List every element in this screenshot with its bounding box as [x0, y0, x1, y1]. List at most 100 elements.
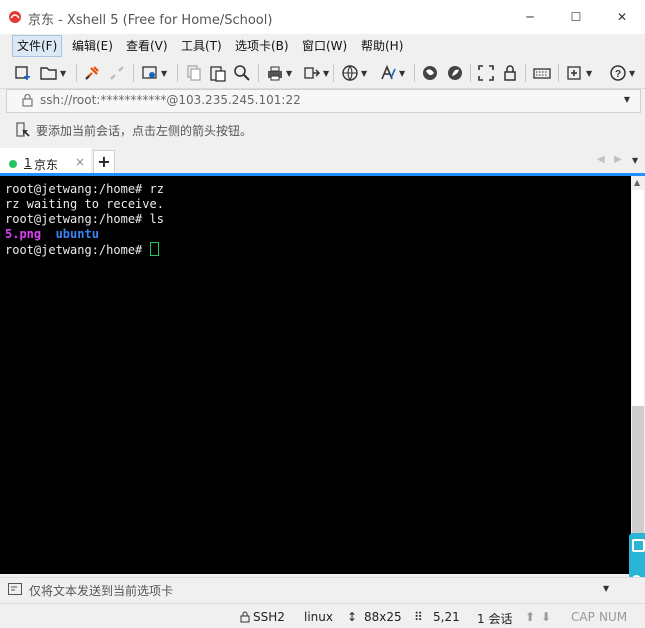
tab-scroll-right-icon[interactable]: ▶ [614, 154, 622, 165]
chevron-down-icon: ▼ [161, 68, 168, 78]
xftp-button[interactable] [421, 63, 439, 83]
add-tab-icon [567, 66, 581, 80]
close-button[interactable]: ✕ [599, 0, 645, 34]
tab-close-icon[interactable]: × [75, 155, 85, 169]
terminal-screen[interactable]: root@jetwang:/home# rz rz waiting to rec… [0, 176, 631, 574]
toolbar: ▼ ▼ ▼ ▼ ▼ ▼ ▼ ? ▼ [0, 58, 645, 89]
dir-entry: ubuntu [55, 227, 99, 241]
scroll-up-icon[interactable]: ▲ [634, 178, 640, 187]
menu-edit[interactable]: 编辑(E) [68, 36, 117, 56]
copy-button[interactable] [185, 63, 203, 83]
transfer-button[interactable]: ▼ [303, 63, 329, 83]
lock-icon [22, 94, 33, 107]
toolbar-divider [333, 64, 334, 82]
maximize-icon: ☐ [570, 10, 582, 24]
terminal-scrollbar[interactable]: ▲ [631, 176, 645, 574]
toolbar-divider [133, 64, 134, 82]
font-button[interactable]: ▼ [379, 63, 405, 83]
command: rz [149, 182, 164, 196]
address-value: ssh://root:***********@103.235.245.101:2… [40, 93, 301, 107]
globe-button[interactable]: ▼ [341, 63, 367, 83]
fullscreen-icon [478, 65, 494, 81]
command: ls [149, 212, 164, 226]
add-session-arrow-icon[interactable] [16, 122, 32, 138]
address-dropdown-icon[interactable]: ▼ [624, 95, 630, 104]
tab-scroll-left-icon[interactable]: ◀ [597, 154, 605, 165]
status-cap: CAP [571, 610, 595, 624]
tab-list-dropdown-icon[interactable]: ▼ [632, 156, 638, 165]
terminal-line: root@jetwang:/home# [5, 242, 159, 258]
menu-tabs[interactable]: 选项卡(B) [231, 36, 293, 56]
find-icon [234, 65, 250, 81]
terminal-line: 5.png ubuntu [5, 227, 99, 242]
menu-tools[interactable]: 工具(T) [177, 36, 226, 56]
toolbar-divider [414, 64, 415, 82]
session-up-icon[interactable]: ⬆ [525, 610, 535, 624]
status-terminal-type: linux [304, 610, 333, 624]
chevron-down-icon: ▼ [361, 68, 368, 78]
compose-bar[interactable]: 仅将文本发送到当前选项卡 ▼ [0, 577, 645, 602]
open-folder-icon [40, 67, 57, 80]
status-bar: SSH2 linux ↕ 88x25 ⠿ 5,21 1 会话 ⬆ ⬇ CAP N… [0, 603, 645, 628]
menu-file[interactable]: 文件(F) [12, 35, 63, 57]
menu-window[interactable]: 窗口(W) [298, 36, 351, 56]
toolbar-divider [258, 64, 259, 82]
lock-icon [240, 611, 250, 623]
hint-text: 要添加当前会话，点击左侧的箭头按钮。 [36, 124, 253, 138]
lock-button[interactable] [501, 63, 519, 83]
chevron-down-icon: ▼ [629, 68, 636, 78]
status-protocol: SSH2 [253, 610, 285, 624]
paste-button[interactable] [209, 63, 227, 83]
session-hint-bar: 要添加当前会话，点击左侧的箭头按钮。 [0, 115, 645, 145]
status-position: 5,21 [433, 610, 460, 624]
properties-icon [142, 66, 157, 79]
menu-view[interactable]: 查看(V) [122, 36, 172, 56]
title-bar: 京东 - Xshell 5 (Free for Home/School) ─ ☐… [0, 0, 645, 34]
close-icon: ✕ [616, 10, 628, 24]
resize-icon: ↕ [347, 610, 358, 624]
tab-index: 1 [24, 156, 32, 170]
maximize-button[interactable]: ☐ [553, 0, 599, 34]
svg-text:?: ? [615, 69, 621, 80]
compose-label: 仅将文本发送到当前选项卡 [29, 584, 174, 598]
connect-button[interactable] [83, 63, 101, 83]
menu-bar: 文件(F) 编辑(E) 查看(V) 工具(T) 选项卡(B) 窗口(W) 帮助(… [0, 34, 645, 58]
globe-icon [342, 65, 358, 81]
compose-icon [8, 583, 22, 595]
minimize-button[interactable]: ─ [507, 0, 553, 34]
xmanager-button[interactable] [446, 63, 464, 83]
properties-button[interactable]: ▼ [141, 63, 167, 83]
add-tab-button[interactable]: ▼ [566, 63, 592, 83]
disconnect-icon [110, 66, 124, 80]
file-entry: 5.png [5, 227, 42, 241]
font-icon [381, 64, 396, 80]
help-button[interactable]: ? ▼ [609, 63, 635, 83]
xshell-app-icon [9, 11, 21, 23]
paste-icon [210, 66, 226, 82]
status-size: 88x25 [364, 610, 402, 624]
connect-icon [85, 66, 99, 80]
keyboard-icon [533, 68, 551, 79]
toolbar-divider [558, 64, 559, 82]
terminal-line: rz waiting to receive. [5, 197, 164, 212]
chevron-down-icon: ▼ [286, 68, 293, 78]
open-button[interactable]: ▼ [40, 63, 66, 83]
compose-dropdown-icon[interactable]: ▼ [603, 584, 609, 593]
lock-icon [504, 65, 516, 81]
terminal-cursor [149, 242, 159, 256]
menu-help[interactable]: 帮助(H) [357, 36, 407, 56]
find-button[interactable] [233, 63, 251, 83]
fullscreen-button[interactable] [477, 63, 495, 83]
keyboard-button[interactable] [533, 63, 551, 83]
print-button[interactable]: ▼ [266, 63, 292, 83]
disconnect-button[interactable] [108, 63, 126, 83]
new-session-button[interactable] [14, 63, 32, 83]
minimize-icon: ─ [526, 10, 534, 24]
xmanager-icon [448, 66, 462, 80]
address-bar[interactable]: ssh://root:***********@103.235.245.101:2… [6, 89, 641, 113]
session-down-icon[interactable]: ⬇ [541, 610, 551, 624]
scroll-track [632, 190, 644, 406]
toolbar-divider [177, 64, 178, 82]
output: rz waiting to receive. [5, 197, 164, 211]
prompt: root@jetwang:/home# [5, 243, 150, 257]
